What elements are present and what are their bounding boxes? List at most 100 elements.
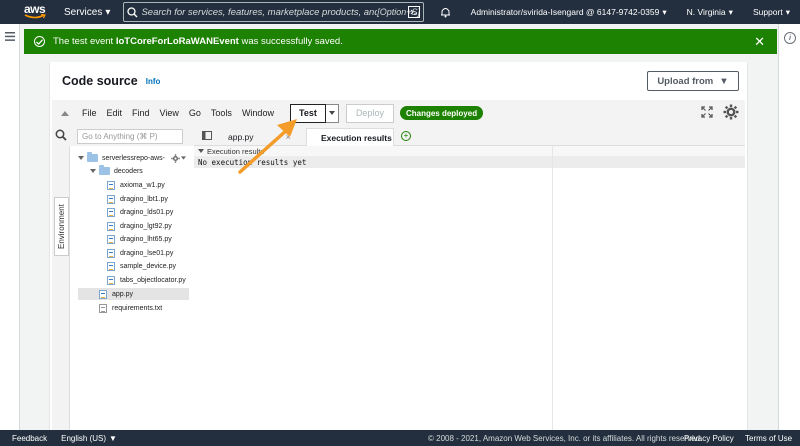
menu-go[interactable]: Go bbox=[189, 108, 201, 118]
code-source-panel: Code source Info Upload from ▼ File Edit… bbox=[50, 62, 747, 430]
account-label: Administrator/svirida-Isengard @ 6147-97… bbox=[470, 7, 660, 17]
region-label: N. Virginia bbox=[686, 7, 726, 17]
privacy-policy-link[interactable]: Privacy Policy bbox=[684, 434, 734, 443]
help-rail: i bbox=[778, 24, 800, 430]
file-label: tabs_objectlocator.py bbox=[120, 276, 186, 284]
toolbar-right bbox=[701, 104, 739, 123]
menu-find[interactable]: Find bbox=[132, 108, 150, 118]
services-menu[interactable]: Services ▾ bbox=[64, 7, 110, 18]
fullscreen-icon[interactable] bbox=[701, 106, 713, 121]
tree-file[interactable]: axioma_w1.py bbox=[107, 179, 165, 191]
file-label: dragino_lds01.py bbox=[120, 208, 174, 216]
info-link[interactable]: Info bbox=[146, 77, 161, 86]
folder-icon bbox=[99, 165, 110, 175]
python-file-icon bbox=[107, 194, 115, 204]
file-label: dragino_lse01.py bbox=[120, 249, 174, 257]
tree-file[interactable]: dragino_lds01.py bbox=[107, 206, 173, 218]
tree-file[interactable]: dragino_lgt92.py bbox=[107, 220, 172, 232]
caret-down-icon bbox=[78, 156, 84, 160]
search-icon bbox=[124, 6, 141, 18]
caret-down-icon: ▾ bbox=[785, 6, 790, 17]
goto-bar: Go to Anything (⌘ P) bbox=[52, 126, 194, 146]
sidebar-rail bbox=[0, 24, 20, 446]
support-menu[interactable]: Support ▾ bbox=[743, 7, 800, 18]
aws-logo[interactable]: aws bbox=[20, 0, 60, 24]
execution-results-pane: Execution results No execution results y… bbox=[194, 146, 745, 430]
goto-anything-input[interactable]: Go to Anything (⌘ P) bbox=[77, 128, 183, 144]
deploy-button[interactable]: Deploy bbox=[345, 103, 394, 123]
python-file-icon bbox=[107, 261, 115, 271]
bell-icon[interactable] bbox=[430, 6, 461, 18]
environment-tab[interactable]: Environment bbox=[54, 197, 69, 256]
caret-down-icon: ▼ bbox=[719, 75, 729, 87]
caret-down-icon: ▼ bbox=[109, 433, 117, 443]
tab-label: Execution results bbox=[321, 132, 392, 143]
menu-window[interactable]: Window bbox=[242, 108, 274, 118]
success-flashbar: The test event IoTCoreForLoRaWANEvent wa… bbox=[24, 29, 777, 54]
file-label: dragino_lht65.py bbox=[120, 235, 172, 243]
folder-icon bbox=[87, 152, 98, 162]
text-file-icon bbox=[99, 303, 107, 313]
settings-gear-icon[interactable] bbox=[723, 104, 739, 123]
test-dropdown-button[interactable] bbox=[325, 103, 339, 123]
page-title: Code source bbox=[62, 74, 138, 88]
python-file-icon bbox=[107, 234, 115, 244]
collapse-toolbar-icon[interactable] bbox=[58, 110, 72, 116]
file-label: app.py bbox=[112, 290, 134, 298]
tree-file-selected[interactable]: app.py bbox=[78, 288, 189, 300]
environment-tab-rail: Environment bbox=[52, 146, 70, 430]
results-output: No execution results yet bbox=[194, 157, 745, 168]
close-tab-icon[interactable]: × bbox=[286, 132, 291, 142]
hamburger-menu-icon[interactable] bbox=[5, 32, 15, 44]
terms-of-use-link[interactable]: Terms of Use bbox=[745, 434, 792, 443]
root-folder-label: serverlessrepo-aws- bbox=[102, 154, 166, 162]
tab-app-py[interactable]: app.py × bbox=[224, 128, 302, 146]
aws-smile-icon bbox=[24, 14, 46, 19]
tree-file[interactable]: requirements.txt bbox=[99, 302, 162, 314]
global-search[interactable]: [Option+S] bbox=[123, 2, 424, 22]
code-source-header: Code source Info bbox=[50, 62, 747, 100]
python-file-icon bbox=[107, 207, 115, 217]
status-badge: Changes deployed bbox=[399, 106, 484, 120]
upload-from-button[interactable]: Upload from ▼ bbox=[647, 71, 739, 91]
tab-execution-results[interactable]: Execution results bbox=[306, 128, 394, 146]
tree-folder-root[interactable]: serverlessrepo-aws- bbox=[78, 152, 187, 164]
caret-down-icon bbox=[328, 111, 335, 115]
tree-file[interactable]: dragino_lbt1.py bbox=[107, 193, 168, 205]
menu-view[interactable]: View bbox=[160, 108, 179, 118]
upload-from-label: Upload from bbox=[657, 75, 714, 87]
tree-file[interactable]: dragino_lse01.py bbox=[107, 247, 173, 259]
python-file-icon bbox=[107, 180, 115, 190]
results-header[interactable]: Execution results bbox=[194, 146, 745, 157]
file-label: sample_device.py bbox=[120, 262, 177, 270]
python-file-icon bbox=[107, 275, 115, 285]
tree-file[interactable]: sample_device.py bbox=[107, 260, 176, 272]
file-label: axioma_w1.py bbox=[120, 181, 165, 189]
region-menu[interactable]: N. Virginia ▾ bbox=[677, 7, 743, 18]
support-label: Support bbox=[752, 7, 783, 17]
new-tab-plus-icon[interactable]: + bbox=[401, 131, 411, 141]
feedback-link[interactable]: Feedback bbox=[12, 434, 47, 443]
cloudshell-icon[interactable] bbox=[398, 6, 430, 18]
nav-right: Administrator/svirida-Isengard @ 6147-97… bbox=[398, 0, 800, 24]
language-selector[interactable]: English (US) ▼ bbox=[61, 434, 117, 443]
close-icon[interactable]: ✕ bbox=[754, 35, 765, 48]
caret-down-icon: ▾ bbox=[662, 6, 667, 17]
menu-tools[interactable]: Tools bbox=[211, 108, 232, 118]
top-navigation: aws Services ▾ [Option+S] Administrator/… bbox=[0, 0, 800, 24]
info-icon[interactable]: i bbox=[784, 32, 796, 44]
panel-toggle-icon[interactable] bbox=[202, 131, 212, 143]
folder-settings-icon[interactable] bbox=[171, 153, 187, 163]
tree-file[interactable]: dragino_lht65.py bbox=[107, 233, 172, 245]
language-label: English (US) bbox=[61, 433, 107, 443]
test-button[interactable]: Test bbox=[289, 103, 326, 123]
menu-edit[interactable]: Edit bbox=[107, 108, 123, 118]
global-search-input[interactable] bbox=[141, 6, 378, 18]
account-menu[interactable]: Administrator/svirida-Isengard @ 6147-97… bbox=[461, 7, 677, 18]
caret-down-icon: ▾ bbox=[728, 6, 733, 17]
menu-file[interactable]: File bbox=[82, 108, 97, 118]
search-icon[interactable] bbox=[55, 129, 71, 144]
tree-file[interactable]: tabs_objectlocator.py bbox=[107, 274, 186, 286]
success-check-icon bbox=[34, 36, 45, 47]
tree-folder-decoders[interactable]: decoders bbox=[90, 165, 143, 177]
